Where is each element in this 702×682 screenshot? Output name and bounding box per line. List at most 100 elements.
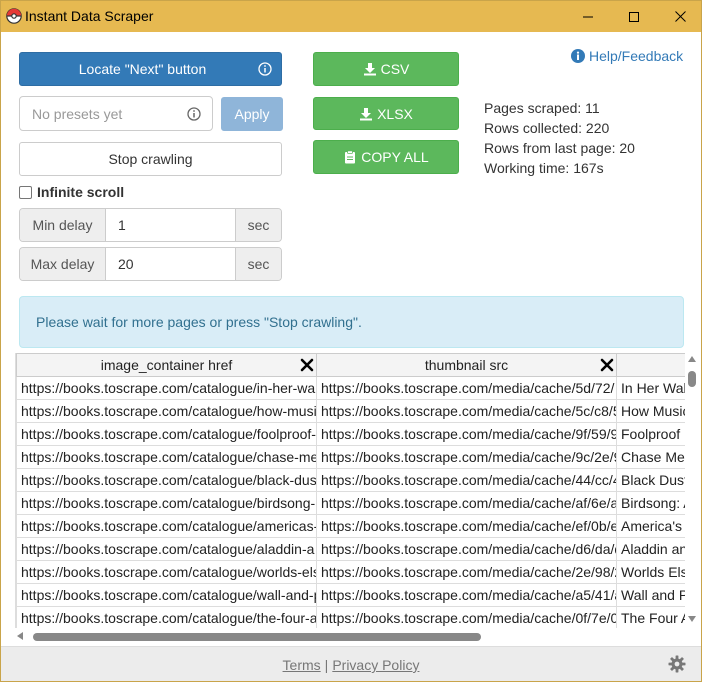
info-icon [187,107,201,121]
apply-button[interactable]: Apply [221,97,283,131]
presets-placeholder: No presets yet [32,105,123,122]
max-delay-input[interactable]: 20 [106,248,235,280]
scroll-left-arrow-icon[interactable] [17,632,23,640]
table-cell: Foolproof P [616,422,685,446]
table-row: https://books.toscrape.com/catalogue/in-… [16,376,685,400]
table-cell: https://books.toscrape.com/catalogue/wal… [16,583,317,607]
info-icon [258,62,272,76]
table-cell: https://books.toscrape.com/media/cache/4… [316,468,617,492]
clipboard-icon [345,150,356,164]
scrape-stats: Pages scraped: 11 Rows collected: 220 Ro… [484,98,635,178]
infinite-scroll-option[interactable]: Infinite scroll [19,184,124,200]
presets-select[interactable]: No presets yet [19,96,213,131]
table-cell: https://books.toscrape.com/media/cache/0… [316,606,617,628]
stop-crawling-button[interactable]: Stop crawling [19,142,282,176]
rows-collected: Rows collected: 220 [484,120,610,136]
delete-column-icon[interactable] [600,358,614,372]
table-cell: https://books.toscrape.com/catalogue/bir… [16,491,317,515]
status-alert-message: Please wait for more pages or press "Sto… [36,314,362,330]
privacy-policy-link[interactable]: Privacy Policy [332,657,419,673]
delete-column-icon[interactable] [300,358,314,372]
table-row: https://books.toscrape.com/catalogue/foo… [16,422,685,446]
copy-all-button[interactable]: COPY ALL [313,140,459,174]
table-cell: https://books.toscrape.com/catalogue/ala… [16,537,317,561]
help-feedback-link[interactable]: Help/Feedback [571,48,683,64]
data-table-container[interactable]: image_container href thumbnail src https… [15,353,685,628]
title-bar: Instant Data Scraper [1,1,701,32]
table-row: https://books.toscrape.com/catalogue/ala… [16,537,685,561]
maximize-icon [629,11,639,22]
footer-separator: | [324,657,329,673]
table-header-row: image_container href thumbnail src [16,353,685,377]
min-delay-input[interactable]: 1 [106,209,235,241]
table-cell: In Her Wal [616,376,685,400]
table-row: https://books.toscrape.com/catalogue/cha… [16,445,685,469]
app-window: Instant Data Scraper Locate "Next" butto… [0,0,702,682]
table-cell: https://books.toscrape.com/media/cache/e… [316,514,617,538]
table-row: https://books.toscrape.com/catalogue/wor… [16,560,685,584]
max-delay-label: Max delay [20,248,106,280]
pokeball-app-icon [6,8,22,24]
max-delay-unit: sec [235,248,281,280]
table-cell: America's [616,514,685,538]
info-circle-icon [571,49,585,63]
maximize-button[interactable] [611,1,657,32]
table-cell: https://books.toscrape.com/media/cache/2… [316,560,617,584]
pages-scraped: Pages scraped: 11 [484,100,600,116]
scroll-down-arrow-icon[interactable] [688,616,696,622]
table-cell: https://books.toscrape.com/catalogue/bla… [16,468,317,492]
minimize-button[interactable] [565,1,611,32]
table-row: https://books.toscrape.com/catalogue/how… [16,399,685,423]
download-icon [360,107,373,120]
column-header [616,353,685,377]
close-button[interactable] [657,1,701,32]
table-cell: The Four A [616,606,685,628]
horizontal-scrollbar[interactable] [15,630,685,642]
table-cell: Birdsong: A [616,491,685,515]
min-delay-label: Min delay [20,209,106,241]
infinite-scroll-label: Infinite scroll [37,184,125,200]
table-cell: Black Dust [616,468,685,492]
csv-button[interactable]: CSV [313,52,459,86]
xlsx-button[interactable]: XLSX [313,97,459,130]
table-body: https://books.toscrape.com/catalogue/in-… [16,376,685,628]
window-title: Instant Data Scraper [25,8,154,24]
table-cell: https://books.toscrape.com/media/cache/a… [316,491,617,515]
table-cell: https://books.toscrape.com/media/cache/5… [316,399,617,423]
table-cell: Worlds Els [616,560,685,584]
horizontal-scroll-thumb[interactable] [33,633,481,641]
copy-all-label: COPY ALL [361,149,429,165]
help-feedback-label: Help/Feedback [589,48,684,64]
column-header-label: thumbnail src [424,357,509,373]
table-row: https://books.toscrape.com/catalogue/bir… [16,491,685,515]
infinite-scroll-checkbox[interactable] [19,185,32,199]
xlsx-label: XLSX [377,105,413,122]
vertical-scrollbar[interactable] [686,353,698,629]
close-icon [674,11,686,22]
table-cell: https://books.toscrape.com/catalogue/in-… [16,376,317,400]
scroll-up-arrow-icon[interactable] [688,356,696,362]
table-cell: https://books.toscrape.com/catalogue/cha… [16,445,317,469]
table-cell: Aladdin an [616,537,685,561]
locate-next-button[interactable]: Locate "Next" button [19,52,282,86]
minimize-icon [583,16,593,17]
terms-link[interactable]: Terms [283,657,321,673]
download-icon [363,63,376,76]
table-row: https://books.toscrape.com/catalogue/ame… [16,514,685,538]
table-cell: https://books.toscrape.com/media/cache/d… [316,537,617,561]
table-row: https://books.toscrape.com/catalogue/the… [16,606,685,628]
footer: Terms | Privacy Policy [1,646,701,681]
table-cell: Wall and P [616,583,685,607]
gear-icon[interactable] [668,655,686,673]
column-header-label: image_container href [100,357,233,373]
table-cell: Chase Me [616,445,685,469]
table-row: https://books.toscrape.com/catalogue/wal… [16,583,685,607]
min-delay-unit: sec [235,209,281,241]
vertical-scroll-thumb[interactable] [688,371,696,387]
status-alert: Please wait for more pages or press "Sto… [19,296,684,348]
data-table: image_container href thumbnail src https… [16,353,685,628]
column-header: thumbnail src [316,353,617,377]
table-cell: How Music [616,399,685,423]
max-delay-group: Max delay 20 sec [19,247,282,281]
table-cell: https://books.toscrape.com/media/cache/5… [316,376,617,400]
